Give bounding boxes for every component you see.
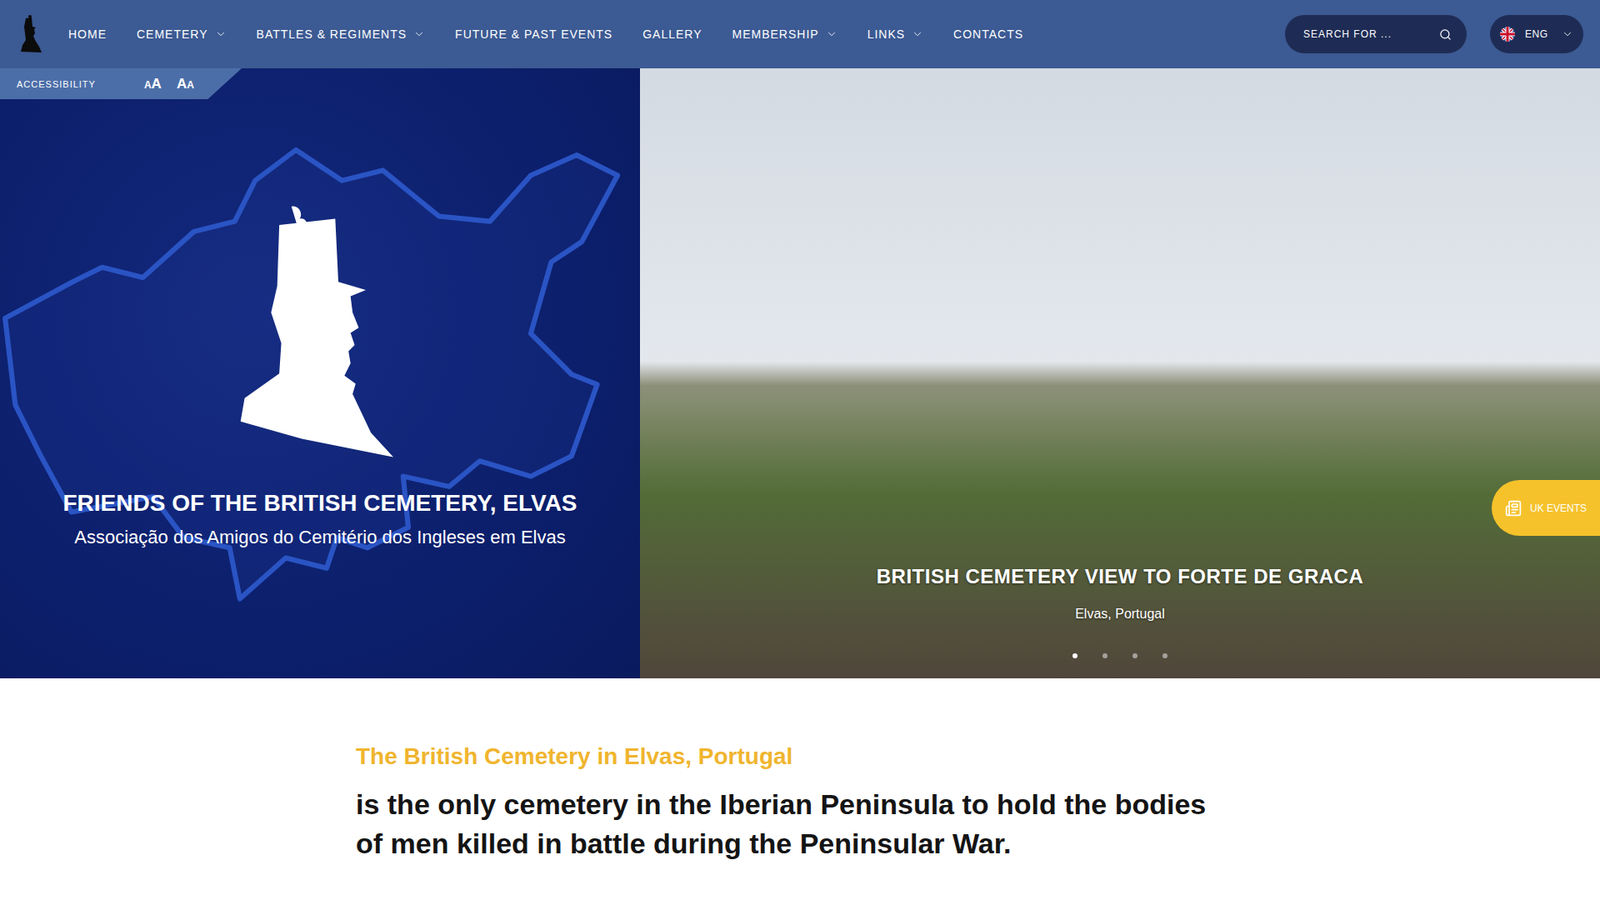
slider-dot[interactable]	[1132, 653, 1138, 659]
font-size-button[interactable]: AA	[175, 75, 196, 93]
uk-events-tab[interactable]: UK EVENTS	[1491, 480, 1600, 536]
nav-item[interactable]: LINKS	[867, 27, 924, 41]
slider-dot[interactable]	[1072, 653, 1078, 659]
hero-slide: BRITISH CEMETERY VIEW TO FORTE DE GRACAE…	[640, 68, 1600, 679]
chevron-down-icon	[215, 28, 227, 40]
hero: ACCESSIBILITYAAAAFRIENDS OF THE BRITISH …	[0, 68, 1600, 679]
search-input[interactable]	[1301, 27, 1433, 41]
slider-dot[interactable]	[1102, 653, 1108, 659]
search-icon[interactable]	[1439, 28, 1452, 41]
nav-item[interactable]: MEMBERSHIP	[732, 27, 838, 41]
language-selector[interactable]: ENG	[1490, 15, 1584, 54]
chevron-down-icon	[911, 28, 924, 40]
nav-item[interactable]: CONTACTS	[953, 27, 1024, 41]
soldier-silhouette-icon	[238, 184, 402, 460]
slider-dot[interactable]	[1162, 653, 1168, 659]
search-box	[1285, 15, 1467, 54]
logo[interactable]	[16, 13, 45, 55]
nav-item[interactable]: HOME	[68, 27, 107, 41]
nav-item[interactable]: FUTURE & PAST EVENTS	[455, 27, 613, 41]
events-icon	[1505, 500, 1522, 517]
soldier-logo-icon	[19, 15, 43, 54]
uk-flag-icon	[1500, 26, 1515, 42]
nav-bar: HOME CEMETERY BATTLES & REGIMENTS FUTURE & …	[0, 0, 1600, 69]
main-nav: HOME CEMETERY BATTLES & REGIMENTS FUTURE & …	[68, 27, 1262, 41]
chevron-down-icon	[825, 28, 838, 40]
nav-item[interactable]: GALLERY	[642, 27, 702, 41]
page: HOME CEMETERY BATTLES & REGIMENTS FUTURE & …	[0, 0, 1600, 900]
slider-dots	[1072, 653, 1168, 659]
intro: The British Cemetery in Elvas, Portugali…	[0, 678, 1600, 897]
chevron-down-icon	[413, 28, 425, 40]
nav-item[interactable]: BATTLES & REGIMENTS	[256, 27, 426, 41]
hero-brand-panel: ACCESSIBILITYAAAAFRIENDS OF THE BRITISH …	[0, 68, 640, 679]
accessibility-bar: ACCESSIBILITYAAAA	[0, 68, 242, 100]
chevron-down-icon	[1561, 28, 1574, 40]
nav-item[interactable]: CEMETERY	[136, 27, 227, 41]
font-size-button[interactable]: AA	[142, 75, 164, 93]
